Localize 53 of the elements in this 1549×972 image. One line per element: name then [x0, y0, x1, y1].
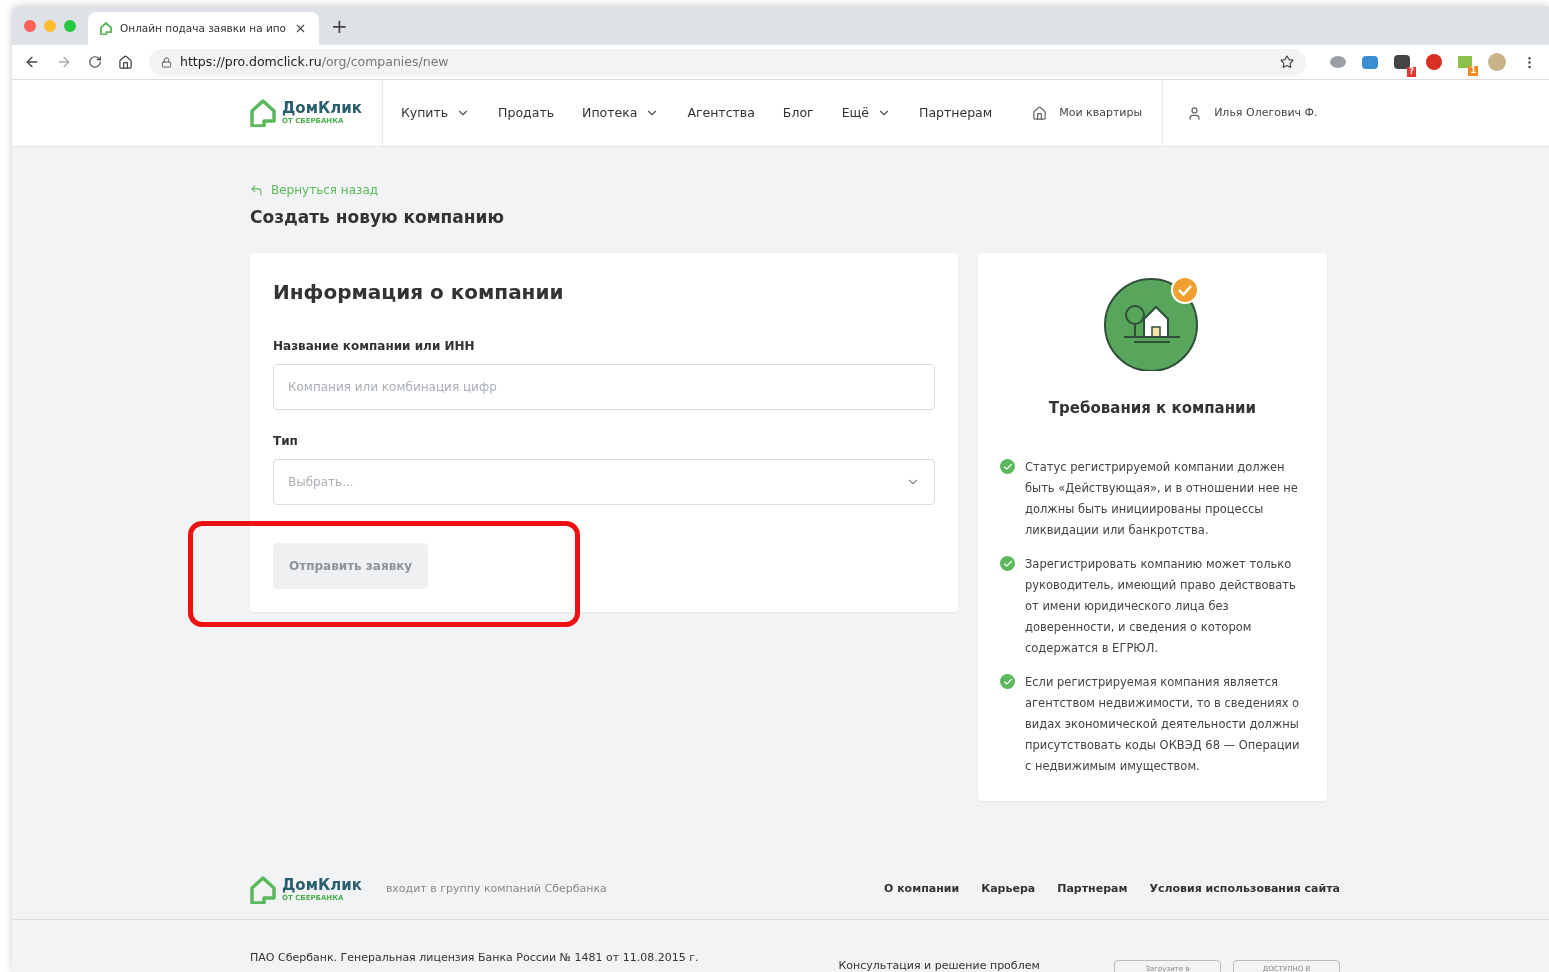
page-title: Создать новую компанию — [250, 206, 505, 229]
license-text: ПАО Сбербанк. Генеральная лицензия Банка России № 1481 от 11.08.2015 г. — [250, 949, 699, 966]
requirement-text: Зарегистрировать компанию может только руководитель, имеющий право действовать от имени юридического лица без доверенности, и сведения о котором содержатся в ЕГРЮЛ. — [1025, 556, 1297, 657]
logo-icon — [250, 99, 276, 127]
footer-link[interactable]: Карьера — [981, 881, 1036, 898]
extension-icon[interactable] — [1362, 55, 1378, 69]
extension-icon[interactable] — [1330, 56, 1346, 68]
footer-link[interactable]: Условия использования сайта — [1149, 881, 1340, 898]
house-icon — [1032, 105, 1048, 121]
nav-link[interactable]: Ещё — [841, 103, 891, 123]
requirement-text: Статус регистрируемой компании должен быть «Действующая», и в отношении нее не должны быть инициированы процессы ликвидации или банкротства. — [1025, 459, 1299, 539]
extension-icon[interactable] — [1394, 55, 1410, 69]
field-label: Название компании или ИНН — [273, 337, 476, 355]
reload-icon[interactable] — [88, 55, 102, 69]
close-window-icon[interactable] — [24, 19, 36, 32]
check-icon — [1000, 459, 1015, 474]
logo-icon — [250, 875, 276, 904]
footer-link[interactable]: О компании — [883, 881, 960, 898]
nav-link[interactable]: Продать — [498, 103, 555, 123]
new-tab-button[interactable]: + — [331, 15, 348, 36]
footer-link[interactable]: Партнерам — [1057, 881, 1128, 898]
support-text: Консультация и решение проблем — [838, 957, 1040, 972]
extension-badge: 1 — [1468, 66, 1478, 76]
address-bar[interactable]: https://pro.domclick.ru/org/companies/new — [149, 48, 1306, 76]
return-arrow-icon — [250, 183, 263, 197]
check-icon — [1000, 674, 1015, 689]
extension-badge: ? — [1407, 67, 1416, 77]
tab-title: Онлайн подача заявки на ипо — [120, 20, 287, 36]
url-text: https://pro.domclick.ru/org/companies/new — [180, 52, 450, 71]
bookmark-star-icon[interactable] — [1280, 55, 1294, 69]
tab-favicon-icon — [100, 22, 112, 35]
logo-name: ДомКлик — [282, 101, 362, 116]
nav-link[interactable]: Агентства — [687, 103, 755, 123]
lock-icon — [161, 56, 172, 68]
nav-link[interactable]: Купить — [400, 103, 471, 123]
requirements-title: Требования к компании — [1048, 397, 1257, 419]
company-name-input[interactable]: Компания или комбинация цифр — [273, 363, 935, 410]
home-icon[interactable] — [118, 54, 133, 70]
requirement-text: Если регистрируемая компания является агентством недвижимости, то в сведениях о видах экономической деятельности должны присутствовать коды ОКВЭД 68 — Операции с недвижимым имуществом. — [1025, 674, 1301, 775]
check-icon — [1000, 556, 1015, 571]
nav-link[interactable]: Ипотека — [582, 103, 660, 123]
browser-tab[interactable]: Онлайн подача заявки на ипо — [88, 12, 320, 45]
user-icon — [1187, 105, 1203, 121]
back-icon[interactable] — [24, 54, 40, 70]
user-menu[interactable]: Илья Олегович Ф. — [1163, 80, 1318, 146]
extension-icon[interactable] — [1426, 54, 1442, 70]
footer-tagline: входит в группу компаний Сбербанка — [385, 881, 607, 898]
my-flats-link[interactable]: Мои квартиры — [1032, 80, 1164, 146]
field-label: Тип — [273, 432, 299, 450]
nav-link[interactable]: Блог — [782, 103, 814, 123]
form-title: Информация о компании — [273, 278, 565, 306]
logo-name: ДомКлик — [282, 877, 362, 893]
nav-link[interactable]: Партнерам — [919, 103, 993, 123]
